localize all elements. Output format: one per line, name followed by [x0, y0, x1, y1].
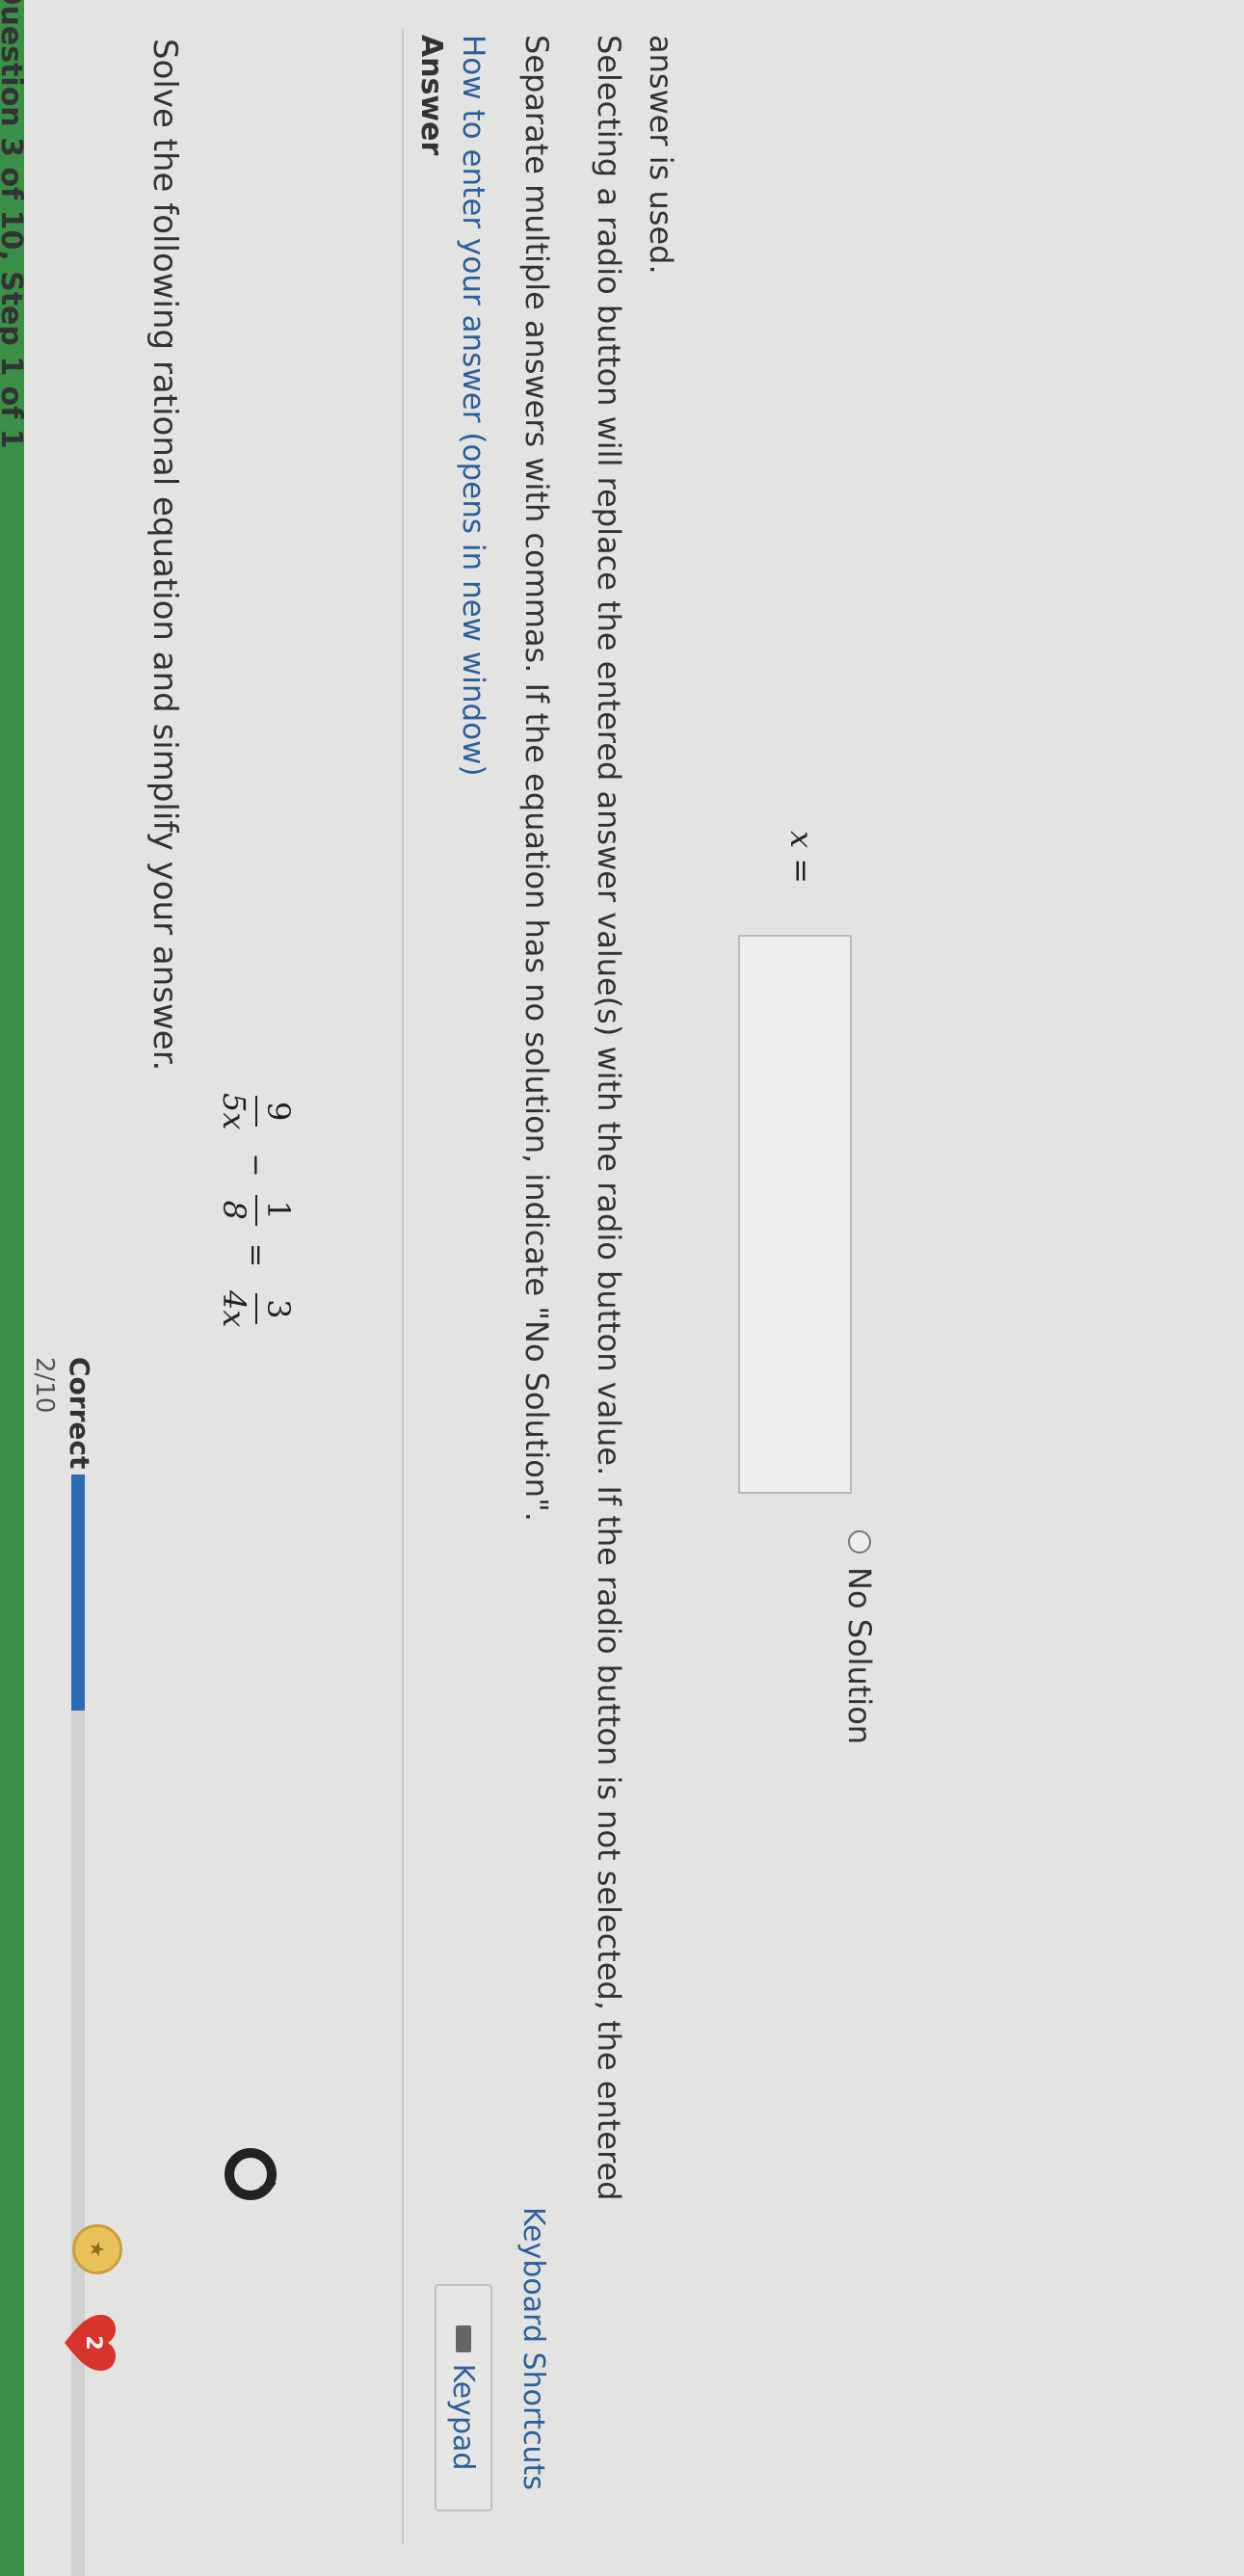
fraction-3-denominator: 4x — [216, 1290, 252, 1328]
keypad-button[interactable]: Keypad — [435, 2284, 492, 2511]
how-to-enter-answer-link[interactable]: How to enter your answer (opens in new w… — [456, 35, 490, 777]
no-solution-radio[interactable] — [848, 1530, 871, 1554]
answer-heading: Answer — [414, 35, 448, 156]
rational-equation: 9 5x − 1 8 = 3 4x — [208, 1079, 304, 1341]
fraction-1-denominator: 5x — [216, 1093, 252, 1130]
question-step-label: Question 3 of 10, Step 1 of 1 — [0, 0, 28, 449]
equals-operator: = — [239, 1242, 274, 1268]
fraction-2-numerator: 1 — [255, 1194, 297, 1226]
fraction-term-2: 1 8 — [216, 1194, 297, 1226]
section-divider — [402, 29, 404, 2544]
fraction-2-denominator: 8 — [216, 1200, 252, 1220]
keyboard-icon — [456, 2324, 471, 2352]
answer-instructions-radio: Selecting a radio button will replace th… — [591, 35, 627, 2201]
no-solution-label: No Solution — [841, 1567, 878, 1745]
fraction-3-numerator: 3 — [255, 1293, 297, 1325]
progress-bar-fill — [71, 1474, 85, 1711]
minus-operator: − — [239, 1153, 274, 1178]
answer-input[interactable] — [738, 935, 852, 1494]
progress-bar — [71, 1474, 85, 2576]
achievement-badge-icon[interactable]: ★ — [72, 2224, 122, 2274]
fraction-term-1: 9 5x — [216, 1087, 297, 1135]
score-label: Correct — [64, 1357, 95, 1470]
loading-spinner-icon — [221, 2144, 280, 2204]
keypad-label: Keypad — [446, 2363, 481, 2471]
no-solution-option[interactable]: No Solution — [841, 1530, 878, 1744]
hearts-count: 2 — [81, 2335, 105, 2350]
variable-label: x = — [783, 831, 820, 885]
question-instruction: Solve the following rational equation an… — [146, 39, 184, 1072]
answer-instructions-multiple: Separate multiple answers with commas. I… — [518, 35, 555, 1522]
answer-instructions-radio-cont: answer is used. — [643, 35, 679, 275]
screenshot-canvas: Question 3 of 10, Step 1 of 1 2/10 Corre… — [0, 0, 1244, 2576]
fraction-term-3: 3 4x — [216, 1285, 297, 1333]
fraction-1-numerator: 9 — [255, 1096, 297, 1128]
hearts-badge[interactable]: 2 — [63, 2313, 117, 2373]
score-count: 2/10 — [30, 1357, 59, 1414]
keyboard-shortcuts-link[interactable]: Keyboard Shortcuts — [516, 2207, 550, 2490]
question-page: Question 3 of 10, Step 1 of 1 2/10 Corre… — [0, 0, 1244, 2576]
